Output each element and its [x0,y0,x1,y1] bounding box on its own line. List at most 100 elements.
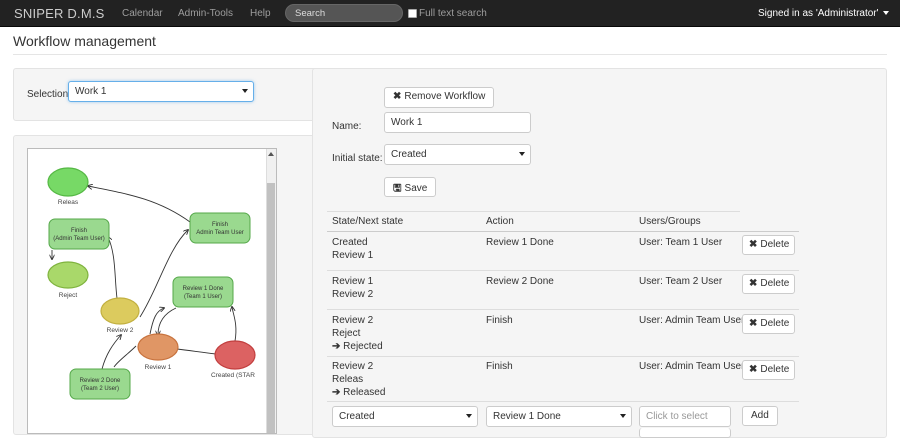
node-releas[interactable] [47,167,89,197]
graph-edge [232,307,237,342]
remove-workflow-button[interactable]: ✖ Remove Workflow [384,87,495,108]
row-action: Finish [486,315,513,326]
delete-button[interactable]: ✖ Delete [742,314,795,334]
arrow-right-icon: ➔ [332,341,344,352]
workflow-select[interactable]: Work 1 [68,81,254,102]
row-action: Finish [486,361,513,372]
node-review2[interactable] [100,297,140,325]
workflow-graph[interactable]: Releas Finish (Admin Team User) Finish A… [27,148,277,434]
table-row: Review 1 Review 2 [332,275,373,301]
node-finish-admin-line2: (Admin Team User) [53,236,105,242]
graph-edge [113,345,137,368]
row-state: Review 1 [332,276,374,287]
initial-state-value: Created [391,149,427,160]
close-icon: ✖ [749,278,758,289]
page-title: Workflow management [13,33,156,49]
chevron-down-icon [620,414,626,418]
add-users-input-extra[interactable] [639,428,731,438]
graph-edge [158,307,177,335]
fulltext-label: Full text search [419,8,487,19]
initial-state-select[interactable]: Created [384,144,531,165]
delete-button[interactable]: ✖ Delete [742,274,795,294]
row-next-state: Review 1 [332,250,374,261]
row-next-state: Releas [332,374,364,385]
row-divider [327,270,799,271]
node-created[interactable] [214,340,256,370]
save-icon: 🖫 [393,183,402,194]
navbar: SNIPER D.M.S Calendar Admin-Tools Help F… [0,0,900,27]
node-finish-admin-line1: Finish [71,228,87,234]
node-finish-admin[interactable] [48,218,110,250]
add-button[interactable]: Add [742,406,778,426]
graph-edge [101,335,121,370]
node-reject-label: Reject [59,292,78,299]
workflow-select-value: Work 1 [75,86,107,97]
chevron-down-icon [242,89,248,93]
node-review2-done-line2: (Team 2 User) [81,386,119,392]
chevron-down-icon [466,414,472,418]
row-next-state: Review 2 [332,289,374,300]
selection-label: Selection: [27,89,71,100]
user-menu[interactable]: Signed in as 'Administrator' [758,8,889,19]
node-review1-done-line1: Review 1 Done [183,286,224,292]
delete-label: Delete [760,364,790,375]
delete-label: Delete [760,239,790,250]
table-row: Review 2 Reject ➔ Rejected [332,314,383,353]
col-header-action: Action [486,216,514,227]
node-review2-done-line1: Review 2 Done [80,378,121,384]
node-reject[interactable] [47,261,89,289]
delete-label: Delete [760,278,790,289]
nav-help[interactable]: Help [250,8,271,19]
scroll-thumb[interactable] [267,183,275,433]
row-users: User: Admin Team User [639,361,745,372]
brand-logo[interactable]: SNIPER D.M.S [14,6,105,21]
row-divider [327,356,799,357]
scroll-up-icon[interactable] [268,152,274,156]
close-icon: ✖ [749,239,758,250]
node-releas-label: Releas [58,199,79,206]
row-action: Review 2 Done [486,276,554,287]
save-button[interactable]: 🖫 Save [384,177,437,197]
add-action-value: Review 1 Done [493,411,561,422]
node-review2-done[interactable] [69,368,131,400]
node-review1-label: Review 1 [145,364,172,371]
row-divider [327,401,799,402]
search-input[interactable] [285,4,403,22]
add-state-select[interactable]: Created [332,406,478,427]
row-users: User: Team 1 User [639,237,723,248]
col-header-state: State/Next state [332,216,404,227]
chevron-down-icon [519,152,525,156]
row-users: User: Admin Team User [639,315,745,326]
close-icon: ✖ [749,364,758,375]
fulltext-checkbox[interactable] [408,9,417,18]
col-header-users: Users/Groups [639,216,701,227]
row-users: User: Team 2 User [639,276,723,287]
close-icon: ✖ [393,91,402,102]
name-label: Name: [332,121,362,132]
table-row: Review 2 Releas ➔ Released [332,360,385,399]
add-state-value: Created [339,411,375,422]
nav-calendar[interactable]: Calendar [122,8,163,19]
node-finish-admin-2[interactable] [189,212,251,244]
save-label: Save [404,183,428,194]
graph-edge [88,186,191,223]
close-icon: ✖ [749,318,758,329]
row-state: Created [332,237,368,248]
graph-scrollbar[interactable] [266,149,276,433]
name-input[interactable] [384,112,531,133]
nav-admin-tools[interactable]: Admin-Tools [178,8,233,19]
add-users-input[interactable]: Click to select [639,406,731,427]
node-review1[interactable] [137,333,179,361]
delete-label: Delete [760,318,790,329]
delete-button[interactable]: ✖ Delete [742,235,795,255]
node-review2-label: Review 2 [107,327,134,334]
row-state: Review 2 [332,361,374,372]
graph-edge [149,308,164,335]
table-top-border [327,211,740,212]
add-action-select[interactable]: Review 1 Done [486,406,632,427]
node-review1-done[interactable] [172,276,234,308]
node-finish-admin-2-line1: Finish [212,222,228,228]
divider [13,54,887,55]
delete-button[interactable]: ✖ Delete [742,360,795,380]
node-finish-admin-2-line2: Admin Team User [196,230,244,236]
